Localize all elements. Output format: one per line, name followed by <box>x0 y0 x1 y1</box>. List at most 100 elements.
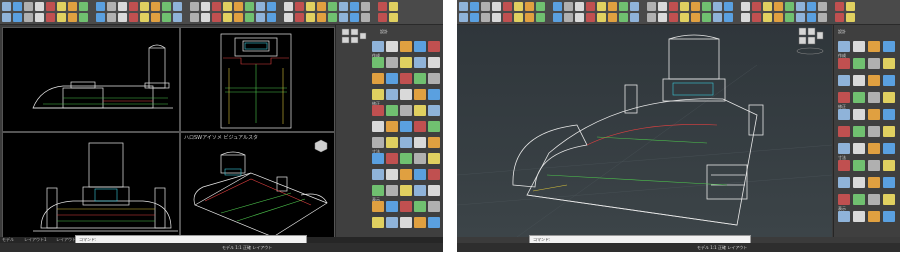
palette-tool-button[interactable] <box>400 201 412 212</box>
ribbon-tool-icon[interactable] <box>658 13 667 22</box>
palette-tool-button[interactable] <box>428 41 440 52</box>
palette-tool-button[interactable] <box>838 160 850 171</box>
ribbon-tool-icon[interactable] <box>24 13 33 22</box>
palette-tool-button[interactable] <box>868 211 880 222</box>
ribbon-tool-icon[interactable] <box>234 2 243 11</box>
ribbon-tool-icon[interactable] <box>234 13 243 22</box>
ribbon-tool-icon[interactable] <box>564 13 573 22</box>
palette-tool-button[interactable] <box>883 126 895 137</box>
palette-tool-button[interactable] <box>428 217 440 228</box>
ribbon-tool-icon[interactable] <box>2 2 11 11</box>
ribbon-tool-icon[interactable] <box>295 13 304 22</box>
ribbon-tool-icon[interactable] <box>68 2 77 11</box>
palette-tool-button[interactable] <box>883 41 895 52</box>
palette-tool-button[interactable] <box>400 137 412 148</box>
palette-tool-button[interactable] <box>868 177 880 188</box>
ribbon-tool-icon[interactable] <box>846 13 855 22</box>
ribbon-tool-icon[interactable] <box>118 2 127 11</box>
ribbon-tool-icon[interactable] <box>267 2 276 11</box>
palette-tool-button[interactable] <box>372 105 384 116</box>
ribbon-tool-icon[interactable] <box>267 13 276 22</box>
palette-tool-button[interactable] <box>400 73 412 84</box>
palette-tool-button[interactable] <box>414 57 426 68</box>
palette-tool-button[interactable] <box>853 109 865 120</box>
palette-tool-button[interactable] <box>853 41 865 52</box>
ribbon-tool-icon[interactable] <box>586 13 595 22</box>
ribbon-tool-icon[interactable] <box>691 2 700 11</box>
palette-tool-button[interactable] <box>853 143 865 154</box>
ribbon-tool-icon[interactable] <box>57 13 66 22</box>
palette-tool-button[interactable] <box>853 177 865 188</box>
ribbon-tool-icon[interactable] <box>79 2 88 11</box>
ribbon-tool-icon[interactable] <box>284 2 293 11</box>
palette-tool-button[interactable] <box>372 121 384 132</box>
ribbon-tool-icon[interactable] <box>245 2 254 11</box>
palette-tool-button[interactable] <box>386 89 398 100</box>
palette-tool-button[interactable] <box>883 194 895 205</box>
ribbon-tool-icon[interactable] <box>328 2 337 11</box>
palette-tool-button[interactable] <box>386 73 398 84</box>
palette-tool-button[interactable] <box>838 92 850 103</box>
palette-tool-button[interactable] <box>838 58 850 69</box>
ribbon-tool-icon[interactable] <box>691 13 700 22</box>
palette-tool-button[interactable] <box>414 41 426 52</box>
palette-tool-button[interactable] <box>868 75 880 86</box>
ribbon-tool-icon[interactable] <box>669 13 678 22</box>
ribbon-tool-icon[interactable] <box>774 13 783 22</box>
ribbon-tool-icon[interactable] <box>647 13 656 22</box>
ribbon-tool-icon[interactable] <box>295 2 304 11</box>
ribbon-tool-icon[interactable] <box>96 2 105 11</box>
ribbon-tool-icon[interactable] <box>46 13 55 22</box>
ribbon-tool-icon[interactable] <box>630 2 639 11</box>
palette-tool-button[interactable] <box>386 153 398 164</box>
palette-tool-button[interactable] <box>414 121 426 132</box>
ribbon-tool-icon[interactable] <box>702 2 711 11</box>
ribbon-tool-icon[interactable] <box>317 2 326 11</box>
palette-tool-button[interactable] <box>386 41 398 52</box>
palette-tool-button[interactable] <box>883 75 895 86</box>
ribbon-tool-icon[interactable] <box>151 2 160 11</box>
ribbon-tool-icon[interactable] <box>306 2 315 11</box>
viewport-front[interactable] <box>2 27 180 132</box>
palette-tool-button[interactable] <box>400 57 412 68</box>
ribbon-tool-icon[interactable] <box>835 2 844 11</box>
ribbon-tool-icon[interactable] <box>741 13 750 22</box>
ribbon-tool-icon[interactable] <box>752 2 761 11</box>
ribbon-tool-icon[interactable] <box>763 2 772 11</box>
ribbon-tool-icon[interactable] <box>818 13 827 22</box>
palette-tool-button[interactable] <box>372 217 384 228</box>
ribbon-tool-icon[interactable] <box>245 13 254 22</box>
viewcube-icon[interactable] <box>314 139 328 153</box>
ribbon-tool-icon[interactable] <box>807 2 816 11</box>
ribbon-tool-icon[interactable] <box>162 2 171 11</box>
ribbon-tool-icon[interactable] <box>107 2 116 11</box>
ribbon-tool-icon[interactable] <box>46 2 55 11</box>
ribbon-tool-icon[interactable] <box>553 2 562 11</box>
palette-tool-button[interactable] <box>853 211 865 222</box>
palette-tool-button[interactable] <box>414 201 426 212</box>
ribbon-tool-icon[interactable] <box>752 13 761 22</box>
palette-tool-button[interactable] <box>883 211 895 222</box>
palette-tool-button[interactable] <box>414 73 426 84</box>
palette-tool-button[interactable] <box>428 105 440 116</box>
palette-tool-button[interactable] <box>428 169 440 180</box>
palette-tool-button[interactable] <box>372 201 384 212</box>
ribbon-tool-icon[interactable] <box>713 2 722 11</box>
ribbon-tool-icon[interactable] <box>173 13 182 22</box>
ribbon-tool-icon[interactable] <box>350 13 359 22</box>
palette-tool-button[interactable] <box>868 194 880 205</box>
palette-tool-button[interactable] <box>400 217 412 228</box>
ribbon-tool-icon[interactable] <box>630 13 639 22</box>
palette-tool-button[interactable] <box>414 185 426 196</box>
palette-tool-button[interactable] <box>883 109 895 120</box>
palette-tool-button[interactable] <box>386 105 398 116</box>
ribbon-tool-icon[interactable] <box>190 2 199 11</box>
palette-tool-button[interactable] <box>868 92 880 103</box>
palette-tool-button[interactable] <box>386 169 398 180</box>
ribbon-tool-icon[interactable] <box>223 13 232 22</box>
ribbon-tool-icon[interactable] <box>669 2 678 11</box>
palette-tool-button[interactable] <box>868 41 880 52</box>
ribbon-tool-icon[interactable] <box>459 2 468 11</box>
palette-tool-button[interactable] <box>853 126 865 137</box>
palette-tool-button[interactable] <box>883 177 895 188</box>
